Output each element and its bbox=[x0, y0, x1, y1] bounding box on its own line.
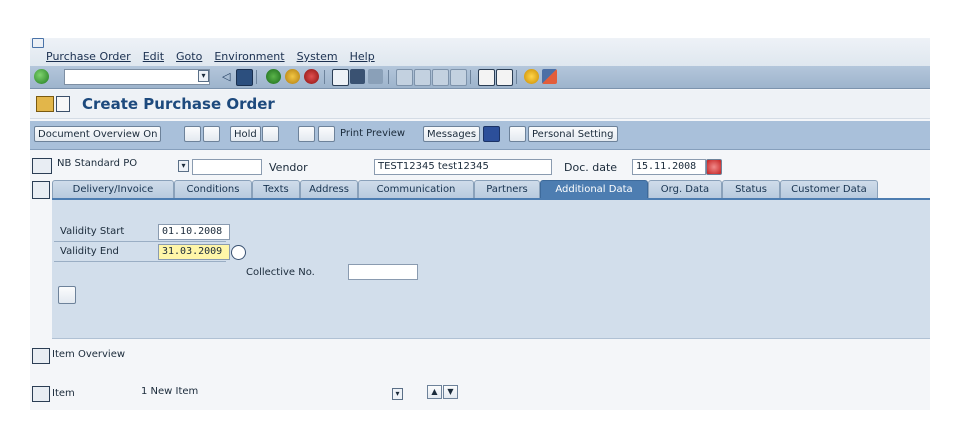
edit-mode-icon[interactable] bbox=[298, 126, 315, 142]
menu-goto[interactable]: Goto bbox=[176, 50, 202, 63]
item-select[interactable]: 1 New Item bbox=[138, 385, 408, 401]
search-help-icon[interactable] bbox=[231, 245, 246, 260]
item-dropdown-icon[interactable]: ▾ bbox=[392, 388, 403, 400]
doc-date-field[interactable]: 15.11.2008 bbox=[632, 159, 706, 175]
command-history-icon[interactable]: ▾ bbox=[198, 70, 209, 82]
row-divider bbox=[54, 261, 226, 262]
po-type-select[interactable]: NB Standard PO bbox=[54, 157, 188, 173]
tab-conditions[interactable]: Conditions bbox=[174, 180, 252, 198]
document-overview-button[interactable]: Document Overview On bbox=[34, 126, 162, 142]
tab-communication[interactable]: Communication bbox=[358, 180, 474, 198]
enter-icon[interactable] bbox=[34, 69, 49, 84]
item-overview-label: Item Overview bbox=[52, 349, 126, 360]
toolbar-separator bbox=[324, 70, 325, 84]
help-icon[interactable] bbox=[524, 69, 539, 84]
command-field[interactable] bbox=[64, 69, 210, 85]
tab-texts[interactable]: Texts bbox=[252, 180, 300, 198]
exit-icon[interactable] bbox=[285, 69, 300, 84]
vendor-label: Vendor bbox=[269, 161, 308, 174]
sap-window: Purchase Order Edit Goto Environment Sys… bbox=[30, 38, 930, 410]
previous-item-icon[interactable]: ▲ bbox=[427, 385, 442, 399]
print-preview-icon[interactable] bbox=[318, 126, 335, 142]
cart-icon bbox=[32, 158, 52, 174]
validity-start-label: Validity Start bbox=[60, 226, 125, 237]
item-detail-section: Item 1 New Item ▾ ▲ ▼ bbox=[30, 383, 930, 405]
collective-no-field[interactable] bbox=[348, 264, 418, 280]
toolbar-separator bbox=[388, 70, 389, 84]
menu-edit[interactable]: Edit bbox=[143, 50, 164, 63]
new-session-icon[interactable] bbox=[478, 69, 495, 86]
item-label: Item bbox=[52, 388, 75, 399]
back-small-icon[interactable]: ◁ bbox=[222, 70, 230, 83]
personal-setting-button[interactable]: Personal Setting bbox=[528, 126, 618, 142]
first-page-icon[interactable] bbox=[396, 69, 413, 86]
find-next-icon[interactable] bbox=[368, 69, 383, 84]
back-icon[interactable] bbox=[266, 69, 281, 84]
menu-purchase-order[interactable]: Purchase Order bbox=[46, 50, 131, 63]
tab-status[interactable]: Status bbox=[722, 180, 780, 198]
new-document-icon[interactable] bbox=[184, 126, 201, 142]
toolbar-separator bbox=[256, 70, 257, 84]
find-icon[interactable] bbox=[350, 69, 365, 84]
item-overview-expand-icon[interactable] bbox=[32, 348, 50, 364]
title-bar: Create Purchase Order bbox=[30, 90, 930, 119]
other-document-icon[interactable] bbox=[203, 126, 220, 142]
additional-data-panel: Validity Start 01.10.2008 Validity End 3… bbox=[52, 198, 930, 339]
tab-partners[interactable]: Partners bbox=[474, 180, 540, 198]
vendor-field[interactable]: TEST12345 test12345 bbox=[374, 159, 552, 175]
page-title: Create Purchase Order bbox=[82, 95, 275, 113]
item-detail-expand-icon[interactable] bbox=[32, 386, 50, 402]
hold-button[interactable]: Hold bbox=[230, 126, 261, 142]
row-divider bbox=[54, 241, 226, 242]
po-type-dropdown-icon[interactable]: ▾ bbox=[178, 160, 189, 172]
item-overview-section: Item Overview bbox=[30, 345, 930, 367]
menu-environment[interactable]: Environment bbox=[214, 50, 284, 63]
validity-start-field[interactable]: 01.10.2008 bbox=[158, 224, 230, 240]
personal-setting-icon[interactable] bbox=[509, 126, 526, 142]
po-number-field[interactable] bbox=[192, 159, 262, 175]
tab-address[interactable]: Address bbox=[300, 180, 358, 198]
window-menu-icon[interactable] bbox=[32, 38, 44, 48]
header-collapse-icon[interactable] bbox=[32, 181, 50, 199]
print-icon[interactable] bbox=[332, 69, 349, 86]
shortcut-icon[interactable] bbox=[496, 69, 513, 86]
menu-system[interactable]: System bbox=[297, 50, 338, 63]
check-icon[interactable] bbox=[262, 126, 279, 142]
menu-bar: Purchase Order Edit Goto Environment Sys… bbox=[30, 38, 930, 67]
cancel-icon[interactable] bbox=[304, 69, 319, 84]
toolbar-separator bbox=[470, 70, 471, 84]
partner-icon[interactable] bbox=[58, 286, 76, 304]
doc-date-label: Doc. date bbox=[564, 161, 618, 174]
document-icon bbox=[36, 96, 54, 112]
list-icon bbox=[56, 96, 70, 112]
tab-delivery-invoice[interactable]: Delivery/Invoice bbox=[52, 180, 174, 198]
calendar-icon[interactable] bbox=[706, 159, 722, 175]
last-page-icon[interactable] bbox=[450, 69, 467, 86]
header-row: NB Standard PO ▾ Vendor TEST12345 test12… bbox=[30, 156, 930, 178]
validity-end-label: Validity End bbox=[60, 246, 119, 257]
next-item-icon[interactable]: ▼ bbox=[443, 385, 458, 399]
menu-help[interactable]: Help bbox=[350, 50, 375, 63]
save-icon[interactable] bbox=[236, 69, 253, 86]
validity-end-field[interactable]: 31.03.2009 bbox=[158, 244, 230, 260]
messages-button[interactable]: Messages bbox=[423, 126, 481, 142]
print-preview-button[interactable]: Print Preview bbox=[337, 126, 408, 142]
application-toolbar: Document Overview On Hold Print Preview … bbox=[30, 121, 930, 150]
next-page-icon[interactable] bbox=[432, 69, 449, 86]
tab-org-data[interactable]: Org. Data bbox=[648, 180, 722, 198]
collective-no-label: Collective No. bbox=[246, 267, 315, 278]
toolbar-separator bbox=[516, 70, 517, 84]
tab-additional-data[interactable]: Additional Data bbox=[540, 180, 648, 198]
previous-page-icon[interactable] bbox=[414, 69, 431, 86]
layout-menu-icon[interactable] bbox=[542, 69, 557, 84]
info-icon[interactable] bbox=[483, 126, 500, 142]
tab-customer-data[interactable]: Customer Data bbox=[780, 180, 878, 198]
standard-toolbar: ▾ ◁ bbox=[30, 66, 930, 89]
menu-items: Purchase Order Edit Goto Environment Sys… bbox=[46, 50, 375, 63]
